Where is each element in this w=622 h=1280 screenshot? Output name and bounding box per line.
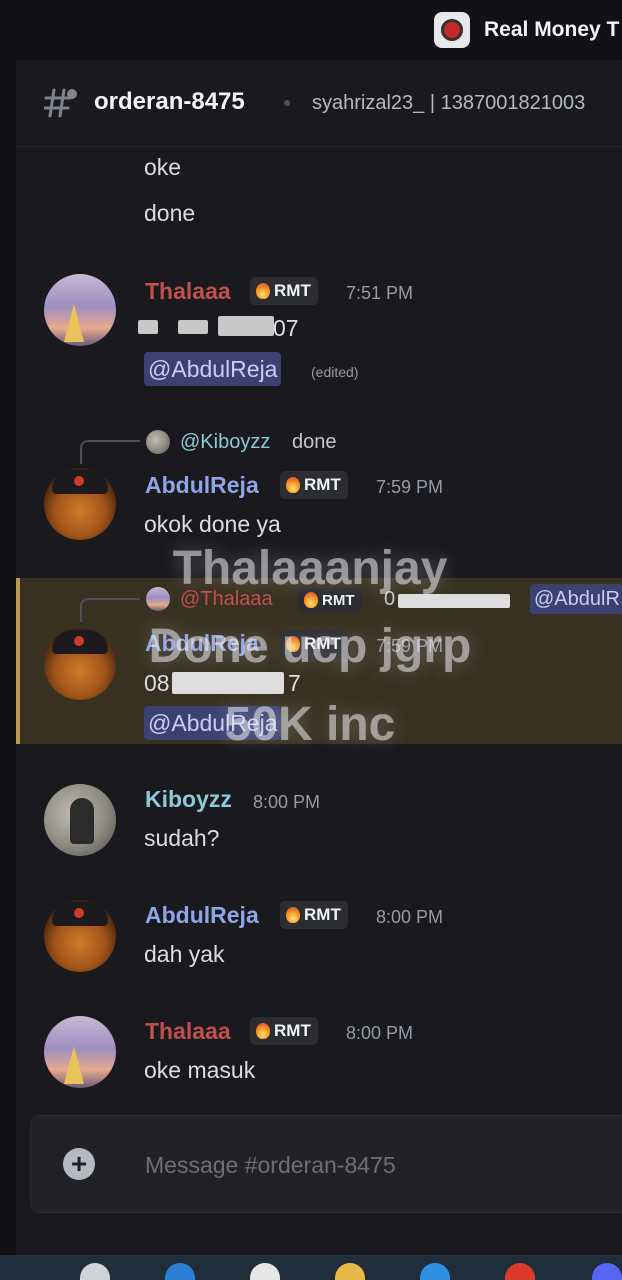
window-titlebar: Real Money T bbox=[0, 0, 622, 60]
avatar[interactable] bbox=[44, 784, 116, 856]
watermark-overlay: Thalaaanjay Done ucp jgrp 50K inc bbox=[148, 542, 472, 751]
channel-header: orderan-8475 syahrizal23_ | 138700182100… bbox=[16, 60, 622, 147]
channel-name[interactable]: orderan-8475 bbox=[94, 88, 245, 116]
plus-circle-icon[interactable]: + bbox=[63, 1148, 95, 1180]
message-text: oke masuk bbox=[144, 1057, 256, 1083]
message-text: done bbox=[144, 200, 196, 226]
reply-avatar bbox=[146, 430, 170, 454]
message-text: oke bbox=[144, 154, 182, 180]
header-separator bbox=[284, 100, 290, 106]
app-title-area[interactable]: Real Money T bbox=[434, 12, 619, 48]
reply-preview-text[interactable]: done bbox=[292, 431, 337, 454]
role-badge[interactable]: RMT bbox=[250, 277, 318, 305]
message-text: sudah? bbox=[144, 825, 220, 851]
server-sidebar-edge bbox=[0, 60, 16, 1255]
message-input[interactable] bbox=[143, 1142, 607, 1188]
reply-connector bbox=[80, 440, 140, 464]
role-badge[interactable]: RMT bbox=[280, 901, 348, 929]
redacted-text bbox=[178, 320, 208, 334]
timestamp: 8:00 PM bbox=[346, 1023, 414, 1043]
fire-icon bbox=[286, 477, 300, 493]
os-taskbar bbox=[0, 1255, 622, 1280]
reply-username[interactable]: @Kiboyzz bbox=[180, 431, 270, 454]
discord-icon[interactable] bbox=[592, 1263, 622, 1280]
message-composer: + bbox=[30, 1115, 622, 1213]
fire-icon bbox=[286, 907, 300, 923]
edited-label: (edited) bbox=[311, 364, 359, 380]
game-app-icon bbox=[434, 12, 470, 48]
timestamp: 7:51 PM bbox=[346, 283, 414, 303]
redacted-text bbox=[138, 320, 158, 334]
browser-icon[interactable] bbox=[165, 1263, 195, 1280]
username[interactable]: AbdulReja bbox=[145, 902, 259, 929]
username[interactable]: Thalaaa bbox=[145, 1018, 231, 1045]
fire-icon bbox=[256, 283, 270, 299]
start-icon[interactable] bbox=[80, 1263, 110, 1280]
channel-topic[interactable]: syahrizal23_ | 1387001821003 bbox=[312, 92, 585, 115]
editor-icon[interactable] bbox=[420, 1263, 450, 1280]
username[interactable]: Thalaaa bbox=[145, 278, 231, 305]
timestamp: 7:59 PM bbox=[376, 477, 444, 497]
redacted-text bbox=[218, 316, 274, 336]
folder-icon[interactable] bbox=[335, 1263, 365, 1280]
message-text: dah yak bbox=[144, 941, 225, 967]
chrome-icon[interactable] bbox=[505, 1263, 535, 1280]
timestamp: 8:00 PM bbox=[376, 907, 444, 927]
app-title: Real Money T bbox=[484, 18, 620, 41]
user-mention[interactable]: @AbdulReja bbox=[144, 352, 282, 386]
fire-icon bbox=[256, 1023, 270, 1039]
message-text: 07 bbox=[273, 315, 299, 341]
role-badge[interactable]: RMT bbox=[250, 1017, 318, 1045]
timestamp: 8:00 PM bbox=[253, 792, 321, 812]
username[interactable]: AbdulReja bbox=[145, 472, 259, 499]
avatar[interactable] bbox=[44, 1016, 116, 1088]
store-icon[interactable] bbox=[250, 1263, 280, 1280]
avatar[interactable] bbox=[44, 900, 116, 972]
role-badge[interactable]: RMT bbox=[280, 471, 348, 499]
avatar[interactable] bbox=[44, 274, 116, 346]
thread-hash-icon bbox=[44, 88, 77, 118]
username[interactable]: Kiboyzz bbox=[145, 786, 232, 813]
